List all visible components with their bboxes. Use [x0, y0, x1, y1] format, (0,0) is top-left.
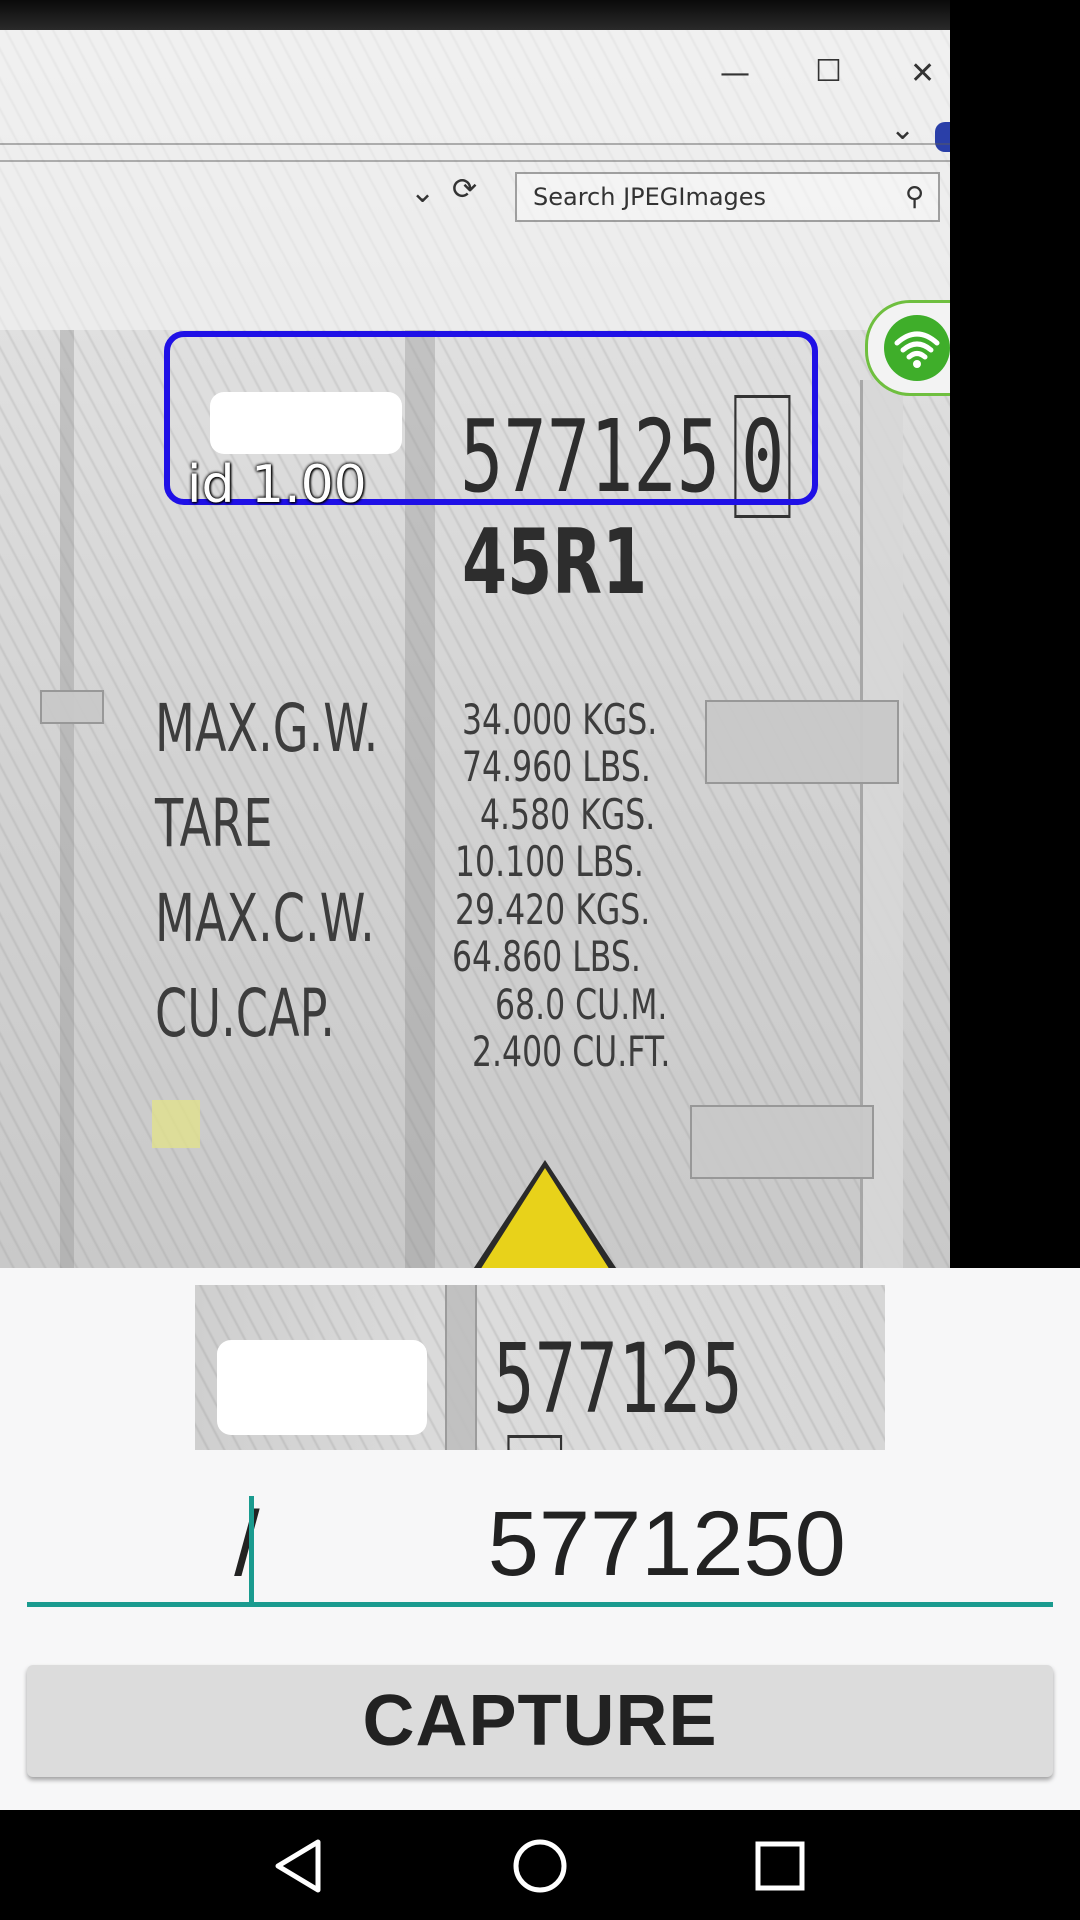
detection-label: id 1.00 [187, 455, 367, 515]
lock-bracket [705, 700, 899, 784]
camera-top-edge [0, 0, 950, 30]
divider [0, 160, 950, 162]
size-type-code: 45R1 [462, 510, 648, 615]
spec-value: 29.420 KGS. [455, 885, 651, 934]
door-rib [445, 1285, 477, 1450]
door-rib [60, 330, 74, 1268]
back-icon-glyph [275, 1839, 321, 1893]
search-placeholder: Search JPEGImages [533, 183, 767, 211]
spec-label: MAX.C.W. [155, 880, 375, 957]
home-icon-glyph [513, 1839, 567, 1893]
hinge [40, 690, 104, 724]
spec-value: 10.100 LBS. [455, 837, 644, 886]
minimize-icon: — [720, 56, 750, 91]
text-cursor [249, 1496, 254, 1602]
recognized-code-field[interactable]: / 5771250 [27, 1480, 1053, 1610]
cropped-detection-image: 5771250 [195, 1285, 885, 1450]
cropped-check-digit: 0 [507, 1435, 562, 1450]
spec-value: 2.400 CU.FT. [472, 1027, 671, 1076]
capture-button[interactable]: CAPTURE [27, 1665, 1053, 1777]
wifi-icon-glyph [884, 315, 950, 381]
camera-side-edge [950, 0, 1080, 1268]
search-icon: ⚲ [904, 182, 924, 212]
spec-label: MAX.G.W. [155, 690, 379, 767]
spec-value: 4.580 KGS. [480, 790, 656, 839]
spec-value: 64.860 LBS. [452, 932, 641, 981]
spec-value: 34.000 KGS. [462, 695, 658, 744]
cropped-container-number: 577125 [493, 1323, 743, 1435]
home-icon[interactable] [510, 1836, 570, 1896]
spec-value: 68.0 CU.M. [495, 980, 668, 1029]
close-icon: ✕ [910, 56, 936, 91]
recognized-number: 5771250 [487, 1493, 846, 1595]
refresh-icon: ⟳ [452, 172, 478, 207]
chevron-down-icon: ⌄ [890, 112, 916, 147]
spec-label: TARE [155, 785, 273, 862]
system-navigation-bar [0, 1810, 1080, 1920]
field-underline [27, 1602, 1053, 1607]
redacted-owner-code [217, 1340, 427, 1435]
back-icon[interactable] [270, 1836, 330, 1896]
maximize-icon: ☐ [815, 54, 842, 89]
camera-preview: — ☐ ✕ ⌄ ⌄ ⟳ Search JPEGImages ⚲ 577125 0 … [0, 0, 1080, 1268]
recents-icon-glyph [755, 1841, 805, 1891]
sticker [152, 1100, 200, 1148]
recents-icon[interactable] [750, 1836, 810, 1896]
recognized-code-text: / 5771250 [27, 1492, 1053, 1597]
spec-label: CU.CAP. [155, 975, 335, 1052]
dropdown-icon: ⌄ [410, 175, 436, 210]
divider [0, 143, 950, 145]
warning-sign [475, 1168, 615, 1268]
cropped-container-code: 5771250 [493, 1323, 775, 1450]
lock-bracket [690, 1105, 874, 1179]
recognized-prefix: / [234, 1493, 260, 1595]
spec-value: 74.960 LBS. [462, 742, 651, 791]
photographed-search-box: Search JPEGImages ⚲ [515, 172, 940, 222]
